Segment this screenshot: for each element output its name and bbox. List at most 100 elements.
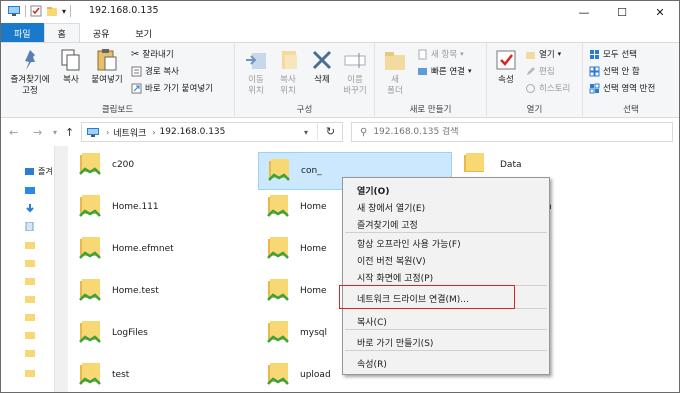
nav-item-folder[interactable] xyxy=(25,258,35,267)
nav-item-downloads[interactable] xyxy=(25,204,35,213)
explorer-window: ▾ 192.168.0.135 — ☐ ✕ 파일 홈 공유 보기 즐겨찾기에 고… xyxy=(0,0,680,393)
easy-access-label: 빠른 연결 xyxy=(431,67,465,77)
nav-item-folder[interactable] xyxy=(25,368,35,377)
menu-item-open[interactable]: 열기(O) xyxy=(357,184,389,197)
menu-item-properties[interactable]: 속성(R) xyxy=(357,357,387,370)
nav-item-desktop[interactable] xyxy=(25,186,35,195)
forward-arrow-icon[interactable]: → xyxy=(33,126,42,139)
ribbon-tabs: 파일 홈 공유 보기 xyxy=(1,23,679,43)
cut-button[interactable]: ✂ 잘라내기 xyxy=(131,48,174,61)
breadcrumb-chevron-icon[interactable]: › xyxy=(106,128,109,137)
properties-icon xyxy=(496,50,516,70)
copy-button[interactable]: 복사 xyxy=(57,47,85,86)
properties-check-icon[interactable] xyxy=(30,5,42,17)
list-item[interactable]: upload xyxy=(266,356,331,392)
tab-home[interactable]: 홈 xyxy=(43,23,80,43)
tab-share[interactable]: 공유 xyxy=(80,23,123,43)
shortcut-icon xyxy=(131,83,142,93)
breadcrumb-chevron-icon[interactable]: › xyxy=(152,128,155,137)
menu-item-create-shortcut[interactable]: 바로 가기 만들기(S) xyxy=(357,336,433,349)
refresh-button[interactable]: ↻ xyxy=(317,122,343,140)
nav-item-documents[interactable] xyxy=(25,222,35,231)
copy-to-icon xyxy=(282,51,297,69)
folder-icon xyxy=(25,332,35,339)
paste-button[interactable]: 붙여넣기 xyxy=(89,47,125,86)
paste-shortcut-button[interactable]: 바로 가기 붙여넣기 xyxy=(131,82,213,94)
tab-file[interactable]: 파일 xyxy=(1,23,44,43)
invert-selection-button[interactable]: 선택 영역 반전 xyxy=(589,82,655,94)
edit-label: 편집 xyxy=(539,67,555,77)
nav-item-folder[interactable] xyxy=(25,312,35,321)
delete-icon xyxy=(312,50,332,70)
menu-item-open-new-window[interactable]: 새 창에서 열기(E) xyxy=(357,201,425,214)
minimize-button[interactable]: — xyxy=(565,1,603,23)
list-item[interactable]: c200 xyxy=(78,146,134,184)
nav-scrollbar[interactable] xyxy=(54,146,68,392)
menu-item-pin-quick-access[interactable]: 즐겨찾기에 고정 xyxy=(357,218,418,231)
back-arrow-icon[interactable]: ← xyxy=(9,126,18,139)
open-button[interactable]: 열기 ▾ xyxy=(525,48,561,60)
delete-button[interactable]: 삭제 xyxy=(309,47,335,86)
nav-item-folder[interactable] xyxy=(25,240,35,249)
file-name: con_ xyxy=(301,166,322,176)
rename-button[interactable]: 이름 바꾸기 xyxy=(339,47,371,97)
nav-item-folder[interactable] xyxy=(25,348,35,357)
tab-view[interactable]: 보기 xyxy=(122,23,165,43)
select-group: 모두 선택 선택 안 함 선택 영역 반전 선택 xyxy=(583,43,679,118)
new-folder-button[interactable]: 새 폴더 xyxy=(383,47,407,97)
address-dropdown-icon[interactable]: ▾ xyxy=(304,128,308,137)
star-icon xyxy=(25,168,34,175)
copy-to-button[interactable]: 복사 위치 xyxy=(273,47,303,97)
pin-label: 즐겨찾기에 고정 xyxy=(10,75,50,96)
search-box[interactable]: ⚲ xyxy=(351,122,673,142)
close-button[interactable]: ✕ xyxy=(641,1,679,23)
select-none-button[interactable]: 선택 안 함 xyxy=(589,65,640,77)
select-all-button[interactable]: 모두 선택 xyxy=(589,48,637,60)
new-item-label: 새 항목 xyxy=(431,50,458,60)
toolbar-divider xyxy=(70,5,72,17)
computer-icon[interactable] xyxy=(7,5,21,17)
up-arrow-icon[interactable]: ↑ xyxy=(65,126,74,139)
edit-button[interactable]: 편집 xyxy=(525,65,555,77)
history-button[interactable]: 히스토리 xyxy=(525,82,570,94)
nav-item-quick-access[interactable]: 즐겨 xyxy=(25,166,53,177)
list-item[interactable]: Home.111 xyxy=(78,188,159,226)
list-item[interactable]: mysql xyxy=(266,314,327,352)
nav-item-folder[interactable] xyxy=(25,276,35,285)
shared-folder-icon xyxy=(79,279,101,301)
search-input[interactable] xyxy=(373,127,654,137)
easy-access-button[interactable]: 빠른 연결 ▾ xyxy=(417,65,472,77)
breadcrumb-network[interactable]: 네트워크 xyxy=(113,126,146,139)
menu-item-always-offline[interactable]: 항상 오프라인 사용 가능(F) xyxy=(357,237,461,250)
list-item[interactable]: Home xyxy=(266,272,327,310)
copy-path-button[interactable]: 경로 복사 xyxy=(131,65,179,77)
list-item[interactable]: Home xyxy=(266,230,327,268)
list-item[interactable]: Home xyxy=(266,188,327,226)
download-icon xyxy=(26,204,34,213)
nav-item-folder[interactable] xyxy=(25,330,35,339)
shared-folder-icon xyxy=(268,159,290,181)
select-all-icon xyxy=(590,49,599,59)
qat-dropdown-icon[interactable]: ▾ xyxy=(62,7,66,16)
address-bar[interactable]: › 네트워크 › 192.168.0.135 ▾ xyxy=(81,122,343,142)
menu-item-copy[interactable]: 복사(C) xyxy=(357,315,387,328)
history-label: 히스토리 xyxy=(539,84,571,94)
breadcrumb-host[interactable]: 192.168.0.135 xyxy=(160,127,226,137)
list-item[interactable]: LogFiles xyxy=(78,314,148,352)
pin-quick-access-button[interactable]: 즐겨찾기에 고정 xyxy=(5,47,55,97)
list-item[interactable]: Home.efmnet xyxy=(78,230,174,268)
menu-item-restore-versions[interactable]: 이전 버전 복원(V) xyxy=(357,254,426,267)
properties-button[interactable]: 속성 xyxy=(493,47,519,86)
list-item[interactable]: Home.test xyxy=(78,272,159,310)
list-item[interactable]: test xyxy=(78,356,129,392)
menu-item-pin-start[interactable]: 시작 화면에 고정(P) xyxy=(357,271,433,284)
recent-chevron-icon[interactable]: ▾ xyxy=(53,128,57,137)
file-name: Home.111 xyxy=(112,202,159,212)
new-folder-small-icon[interactable] xyxy=(46,5,58,17)
nav-item-folder[interactable] xyxy=(25,294,35,303)
chevron-down-icon: ▾ xyxy=(467,67,472,75)
maximize-button[interactable]: ☐ xyxy=(603,1,641,23)
new-item-button[interactable]: 새 항목 ▾ xyxy=(417,48,464,60)
folder-icon xyxy=(25,260,35,267)
move-to-button[interactable]: 이동 위치 xyxy=(241,47,271,97)
